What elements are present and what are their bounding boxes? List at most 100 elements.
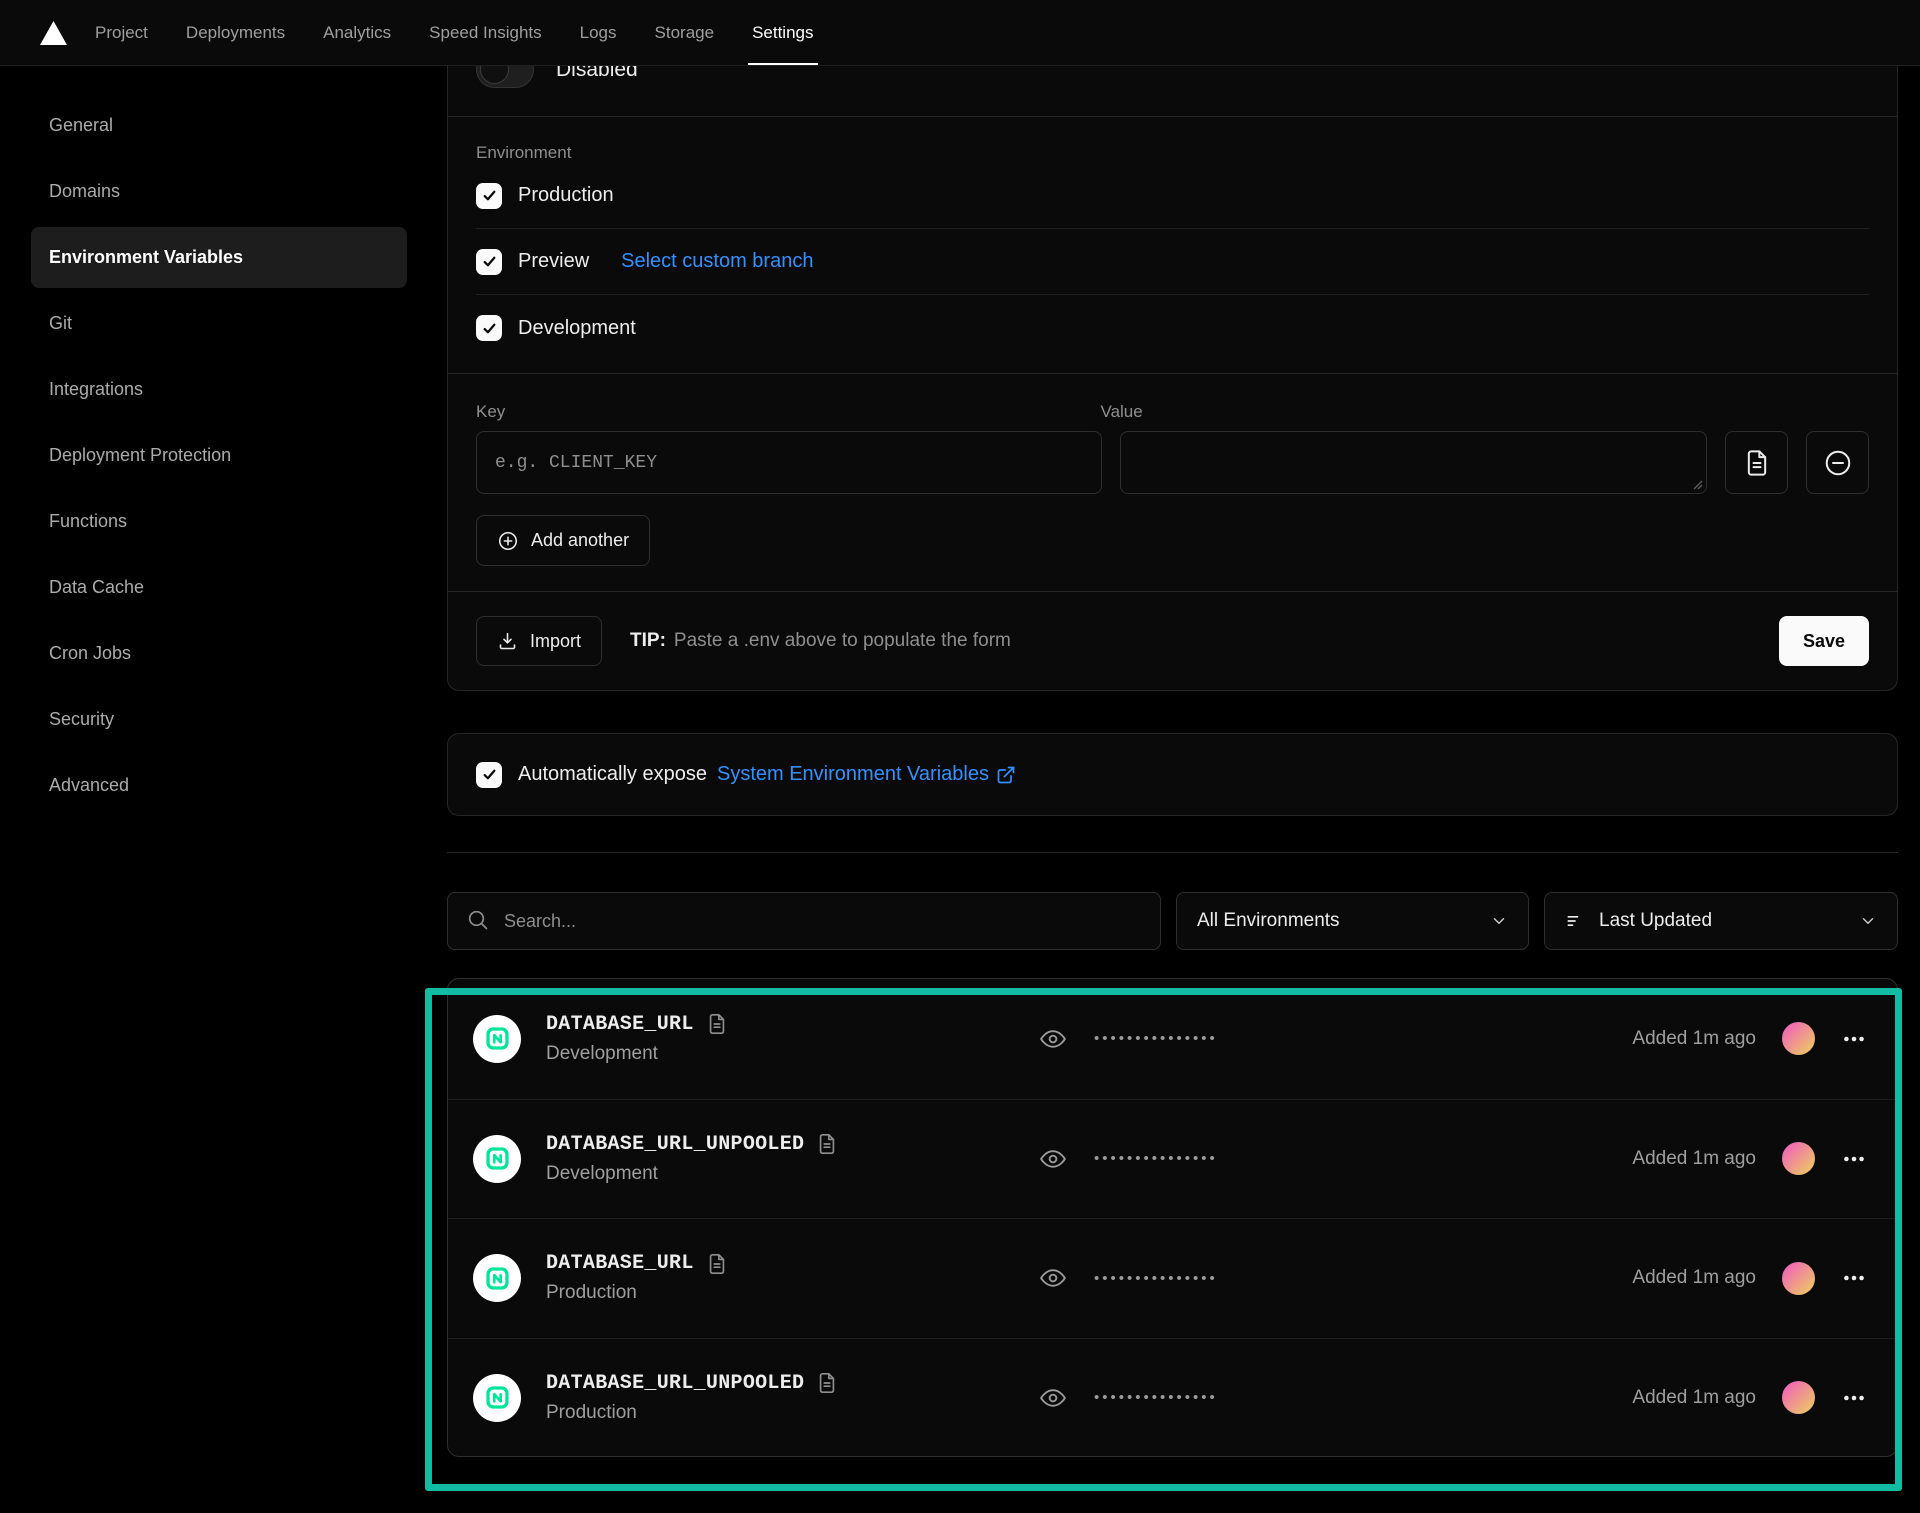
sidebar-item-general[interactable]: General [0, 92, 447, 158]
sidebar-item-advanced[interactable]: Advanced [0, 752, 447, 818]
download-icon [497, 631, 518, 652]
sort-dropdown[interactable]: Last Updated [1544, 892, 1898, 950]
paste-file-button[interactable] [1725, 431, 1788, 494]
tab-settings[interactable]: Settings [752, 0, 813, 65]
masked-value: ••••••••••••••• [1094, 1270, 1218, 1287]
user-avatar [1782, 1022, 1815, 1055]
environment-filter-value: All Environments [1197, 910, 1340, 932]
tab-project[interactable]: Project [95, 0, 148, 65]
added-time: Added 1m ago [1632, 1387, 1756, 1409]
preview-checkbox-row: Preview Select custom branch [476, 229, 1869, 295]
eye-icon[interactable] [1038, 1144, 1068, 1174]
plus-circle-icon [497, 530, 519, 552]
tab-storage[interactable]: Storage [655, 0, 715, 65]
sidebar-item-functions[interactable]: Functions [0, 488, 447, 554]
top-navbar: Project Deployments Analytics Speed Insi… [0, 0, 1920, 66]
section-divider [447, 852, 1898, 853]
env-var-name: DATABASE_URL [546, 1252, 694, 1275]
sidebar-item-label: Git [31, 293, 407, 354]
sidebar-item-label: Deployment Protection [31, 425, 407, 486]
disabled-toggle[interactable] [476, 66, 534, 88]
external-link-icon [996, 765, 1016, 785]
env-var-row: DATABASE_URL Development •••••••••••••••… [448, 979, 1897, 1099]
select-custom-branch-link[interactable]: Select custom branch [621, 250, 813, 273]
added-time: Added 1m ago [1632, 1267, 1756, 1289]
env-var-form-card: Disabled Environment Production Preview [447, 66, 1898, 691]
sidebar-item-git[interactable]: Git [0, 290, 447, 356]
vercel-logo-icon[interactable] [40, 0, 67, 65]
sidebar-item-label: Data Cache [31, 557, 407, 618]
user-avatar [1782, 1142, 1815, 1175]
note-icon[interactable] [816, 1372, 838, 1394]
tab-analytics[interactable]: Analytics [323, 0, 391, 65]
row-menu-button[interactable] [1841, 1385, 1867, 1411]
env-var-name: DATABASE_URL [546, 1013, 694, 1036]
toggle-knob [480, 66, 509, 84]
development-label: Development [518, 317, 636, 340]
added-time: Added 1m ago [1632, 1028, 1756, 1050]
sidebar-item-data-cache[interactable]: Data Cache [0, 554, 447, 620]
chevron-down-icon [1859, 912, 1877, 930]
toggle-label: Disabled [556, 66, 638, 82]
env-var-environment: Production [546, 1402, 838, 1424]
development-checkbox[interactable] [476, 315, 502, 341]
system-env-vars-link[interactable]: System Environment Variables [717, 763, 1016, 786]
sidebar-item-cron-jobs[interactable]: Cron Jobs [0, 620, 447, 686]
add-another-label: Add another [531, 530, 629, 551]
import-label: Import [530, 631, 581, 652]
tab-speed-insights[interactable]: Speed Insights [429, 0, 541, 65]
preview-checkbox[interactable] [476, 249, 502, 275]
resize-grip-icon[interactable] [1691, 478, 1703, 490]
env-var-environment: Development [546, 1163, 838, 1185]
sidebar-item-environment-variables[interactable]: Environment Variables [0, 224, 447, 290]
file-text-icon [1743, 449, 1771, 477]
add-another-button[interactable]: Add another [476, 515, 650, 566]
eye-icon[interactable] [1038, 1383, 1068, 1413]
search-input[interactable] [447, 892, 1161, 950]
row-menu-button[interactable] [1841, 1146, 1867, 1172]
note-icon[interactable] [706, 1013, 728, 1035]
env-var-name: DATABASE_URL_UNPOOLED [546, 1372, 804, 1395]
masked-value: ••••••••••••••• [1094, 1389, 1218, 1406]
minus-circle-icon [1823, 448, 1853, 478]
chevron-down-icon [1490, 912, 1508, 930]
sidebar-item-label: Functions [31, 491, 407, 552]
tip-text: TIP:Paste a .env above to populate the f… [630, 630, 1011, 652]
environment-filter-dropdown[interactable]: All Environments [1176, 892, 1529, 950]
main-content: Disabled Environment Production Preview [447, 66, 1898, 1457]
eye-icon[interactable] [1038, 1024, 1068, 1054]
sidebar-item-deployment-protection[interactable]: Deployment Protection [0, 422, 447, 488]
row-menu-button[interactable] [1841, 1265, 1867, 1291]
sort-icon [1565, 911, 1585, 931]
production-checkbox-row: Production [476, 163, 1869, 229]
key-value-section: Key Value [448, 374, 1897, 591]
sidebar-item-label: Advanced [31, 755, 407, 816]
sidebar-item-integrations[interactable]: Integrations [0, 356, 447, 422]
eye-icon[interactable] [1038, 1263, 1068, 1293]
import-button[interactable]: Import [476, 616, 602, 666]
sensitive-toggle-section: Disabled [448, 66, 1897, 117]
sidebar-item-label: Cron Jobs [31, 623, 407, 684]
env-var-name: DATABASE_URL_UNPOOLED [546, 1133, 804, 1156]
neon-logo-icon [473, 1135, 521, 1183]
key-input[interactable] [476, 431, 1102, 494]
env-var-list: DATABASE_URL Development •••••••••••••••… [447, 978, 1898, 1457]
form-footer: Import TIP:Paste a .env above to populat… [448, 591, 1897, 690]
row-menu-button[interactable] [1841, 1026, 1867, 1052]
note-icon[interactable] [706, 1253, 728, 1275]
sidebar-item-security[interactable]: Security [0, 686, 447, 752]
neon-logo-icon [473, 1374, 521, 1422]
environment-label: Environment [476, 143, 1869, 163]
production-label: Production [518, 184, 614, 207]
sidebar-item-domains[interactable]: Domains [0, 158, 447, 224]
note-icon[interactable] [816, 1133, 838, 1155]
production-checkbox[interactable] [476, 183, 502, 209]
save-button[interactable]: Save [1779, 616, 1869, 666]
nav-tabs: Project Deployments Analytics Speed Insi… [95, 0, 814, 65]
remove-row-button[interactable] [1806, 431, 1869, 494]
tab-logs[interactable]: Logs [580, 0, 617, 65]
search-icon [466, 908, 490, 932]
auto-expose-checkbox[interactable] [476, 762, 502, 788]
value-input[interactable] [1120, 431, 1708, 494]
tab-deployments[interactable]: Deployments [186, 0, 285, 65]
